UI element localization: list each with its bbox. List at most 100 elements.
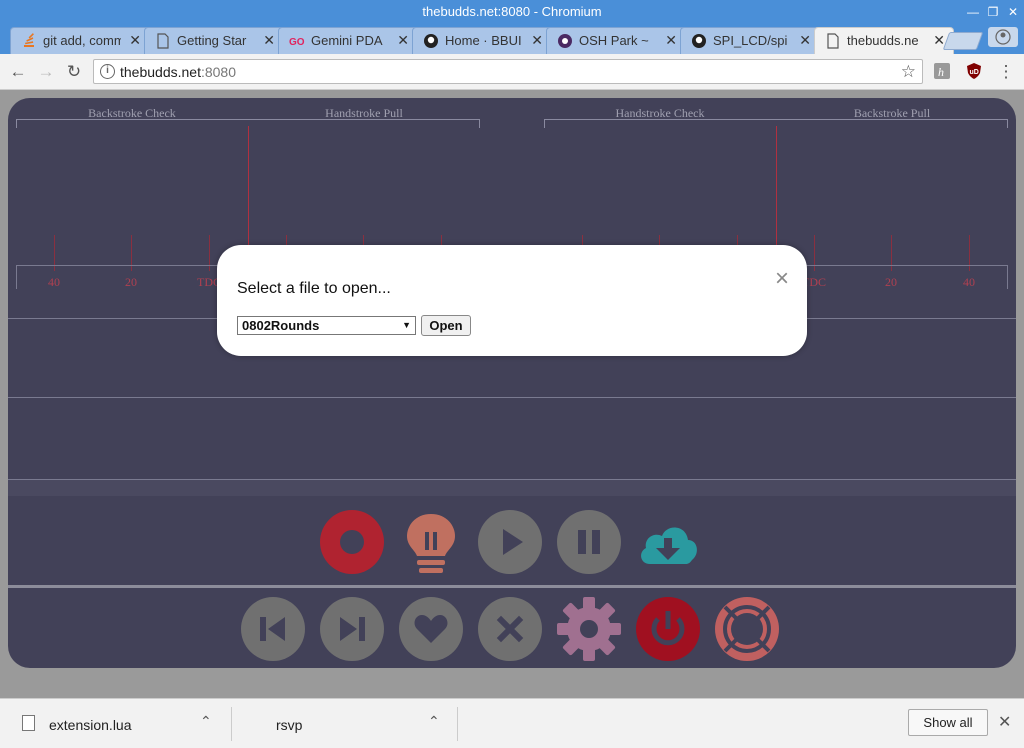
controls-divider [8,585,1016,588]
reload-icon[interactable]: ↻ [64,62,84,82]
record-icon [320,510,384,574]
github-icon [692,34,706,48]
scale-label: 40 [48,275,60,289]
power-icon [636,597,700,661]
svg-text:h: h [938,65,944,79]
tab-getting-started[interactable]: Getting Star ✕ [144,27,284,54]
gear-icon [557,597,621,661]
menu-kebab-icon[interactable]: ⋮ [996,62,1016,82]
lightbulb-button[interactable] [399,510,463,574]
close-icon[interactable]: × [775,267,789,291]
download-cloud-button[interactable] [636,510,700,574]
tab-gemini-pda[interactable]: GO Gemini PDA ✕ [278,27,418,54]
tab-git-add[interactable]: git add, comm ✕ [10,27,150,54]
download-item-name[interactable]: extension.lua [49,717,132,733]
profile-button[interactable] [988,27,1018,47]
file-open-dialog: × Select a file to open... 0802Rounds ▼ … [217,245,807,356]
skip-next-icon [320,597,384,661]
tab-close-icon[interactable]: ✕ [263,32,275,49]
browser-toolbar: ← → ↻ i thebudds.net:8080 ☆ h uD ⋮ [0,54,1024,90]
file-select-dropdown[interactable]: 0802Rounds ▼ [237,316,416,335]
chevron-up-icon[interactable]: ⌃ [428,713,440,730]
dialog-title: Select a file to open... [237,280,391,297]
selected-file: 0802Rounds [242,318,320,333]
stackoverflow-icon [24,33,34,47]
oshpark-icon [558,34,572,48]
github-icon [424,34,438,48]
separator [457,707,458,741]
trace-graph-lower [8,398,1016,480]
tab-osh-park[interactable]: OSH Park ~ ✕ [546,27,686,54]
settings-button[interactable] [557,597,621,661]
minimize-icon[interactable]: — [964,0,982,24]
skip-next-button[interactable] [320,597,384,661]
skip-previous-button[interactable] [241,597,305,661]
page-viewport: Backstroke Check Handstroke Pull Handstr… [0,90,1024,698]
tab-close-icon[interactable]: ✕ [129,32,141,49]
go-icon: GO [289,37,305,48]
tab-thebudds[interactable]: thebudds.ne ✕ [814,27,954,55]
scale-label: 20 [125,275,137,289]
lifebuoy-icon [715,597,779,661]
forward-arrow-icon[interactable]: → [36,62,56,82]
tab-title: Home · BBUI [445,33,522,48]
play-button[interactable] [478,510,542,574]
help-lifebuoy-button[interactable] [715,597,779,661]
play-icon [478,510,542,574]
ublock-icon[interactable]: uD [965,62,983,80]
tab-close-icon[interactable]: ✕ [665,32,677,49]
close-icon[interactable]: ✕ [998,712,1011,732]
power-button[interactable] [636,597,700,661]
open-button[interactable]: Open [421,315,471,336]
tdc-marker-right [776,126,777,246]
document-icon [157,33,169,49]
tab-title: OSH Park ~ [579,33,649,48]
ringing-app-panel: Backstroke Check Handstroke Pull Handstr… [8,98,1016,668]
user-icon [995,29,1011,45]
tab-spi-lcd[interactable]: SPI_LCD/spi ✕ [680,27,820,54]
svg-text:uD: uD [970,69,979,76]
address-bar[interactable]: i thebudds.net:8080 ☆ [93,59,923,84]
scale-label: 40 [963,275,975,289]
download-item-name[interactable]: rsvp [276,717,302,733]
cloud-download-icon [641,527,697,564]
tab-title: thebudds.ne [847,33,919,48]
pause-button[interactable] [557,510,621,574]
record-button[interactable] [320,510,384,574]
info-icon[interactable]: i [100,64,115,79]
tdc-marker-left [248,126,249,246]
tab-strip: git add, comm ✕ Getting Star ✕ GO Gemini… [0,24,1024,55]
cancel-button[interactable] [478,597,542,661]
dropdown-arrow-icon: ▼ [402,320,411,330]
document-icon [827,33,839,49]
favorite-button[interactable] [399,597,463,661]
window-title: thebudds.net:8080 - Chromium [422,4,602,19]
tab-title: Getting Star [177,33,247,48]
download-shelf: extension.lua ⌃ rsvp ⌃ Show all ✕ [0,698,1024,748]
bookmark-star-icon[interactable]: ☆ [901,62,916,82]
tab-close-icon[interactable]: ✕ [799,32,811,49]
tab-title: git add, comm [43,33,121,48]
svg-text:GO: GO [289,37,305,48]
cross-icon [478,597,542,661]
pause-icon [557,510,621,574]
url-text[interactable]: thebudds.net:8080 [120,64,236,80]
tab-close-icon[interactable]: ✕ [397,32,409,49]
tab-title: Gemini PDA [311,33,383,48]
graph-footer-strip [8,480,1016,496]
tab-close-icon[interactable]: ✕ [531,32,543,49]
tab-home-bbui[interactable]: Home · BBUI ✕ [412,27,552,54]
skip-previous-icon [241,597,305,661]
show-all-button[interactable]: Show all [908,709,988,736]
hypothesis-icon[interactable]: h [933,62,951,80]
heart-icon [399,597,463,661]
scale-label: 20 [885,275,897,289]
new-tab-button[interactable] [942,32,984,50]
lightbulb-icon [407,514,455,573]
separator [231,707,232,741]
maximize-icon[interactable]: ❐ [984,0,1002,24]
close-window-icon[interactable]: ✕ [1004,0,1022,24]
tab-title: SPI_LCD/spi [713,33,788,48]
chevron-up-icon[interactable]: ⌃ [200,713,212,730]
back-arrow-icon[interactable]: ← [8,62,28,82]
